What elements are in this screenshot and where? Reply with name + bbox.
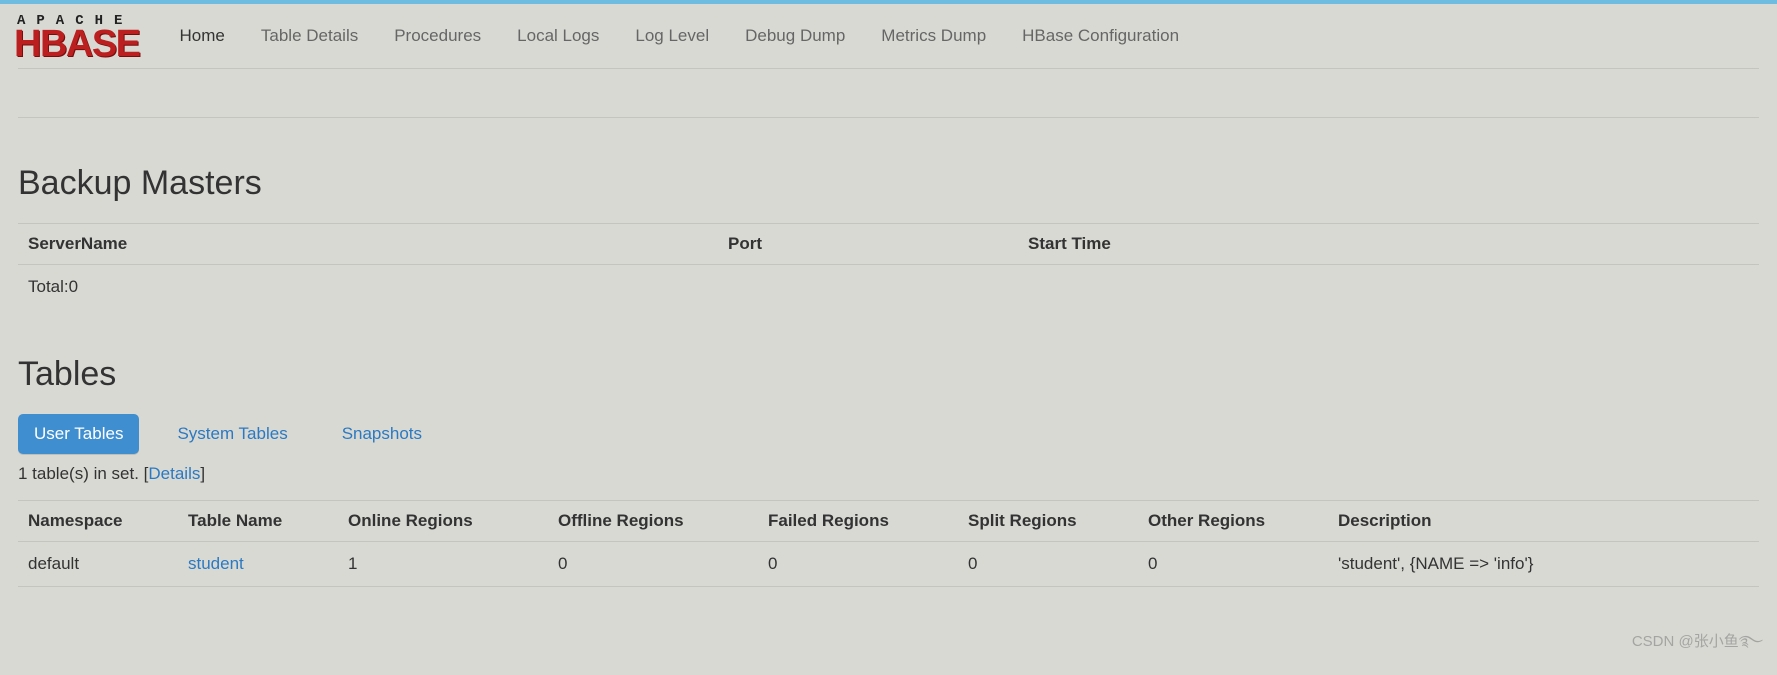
cell-split: 0: [958, 542, 1138, 587]
watermark: CSDN @张小鱼࿐: [1632, 625, 1763, 667]
tables-summary: 1 table(s) in set. [Details]: [18, 464, 1759, 484]
col-table-name: Table Name: [178, 501, 338, 542]
nav-table-details[interactable]: Table Details: [243, 6, 376, 66]
nav-log-level[interactable]: Log Level: [617, 6, 727, 66]
table-header-row: ServerName Port Start Time: [18, 224, 1759, 265]
nav-metrics-dump[interactable]: Metrics Dump: [863, 6, 1004, 66]
col-failed-regions: Failed Regions: [758, 501, 958, 542]
tables-heading: Tables: [18, 355, 1759, 394]
table-row: default student 1 0 0 0 0 'student', {NA…: [18, 542, 1759, 587]
col-split-regions: Split Regions: [958, 501, 1138, 542]
nav-procedures[interactable]: Procedures: [376, 6, 499, 66]
nav-debug-dump[interactable]: Debug Dump: [727, 6, 863, 66]
nav-local-logs[interactable]: Local Logs: [499, 6, 617, 66]
tables-details-link[interactable]: Details: [148, 464, 200, 483]
backup-masters-table: ServerName Port Start Time Total:0: [18, 223, 1759, 309]
cell-failed: 0: [758, 542, 958, 587]
logo-hbase-text: HBASE: [14, 28, 140, 60]
tab-snapshots[interactable]: Snapshots: [326, 414, 438, 454]
logo[interactable]: APACHE HBASE: [14, 12, 140, 60]
cell-offline: 0: [548, 542, 758, 587]
page-inner: Backup Masters ServerName Port Start Tim…: [18, 117, 1759, 587]
tables-summary-prefix: 1 table(s) in set. [: [18, 464, 148, 483]
col-start-time: Start Time: [1018, 224, 1759, 265]
nav-home[interactable]: Home: [162, 6, 243, 66]
backup-total: Total:0: [18, 265, 718, 310]
table-total-row: Total:0: [18, 265, 1759, 310]
cell-other: 0: [1138, 542, 1328, 587]
user-tables-table: Namespace Table Name Online Regions Offl…: [18, 500, 1759, 587]
col-offline-regions: Offline Regions: [548, 501, 758, 542]
col-online-regions: Online Regions: [338, 501, 548, 542]
col-port: Port: [718, 224, 1018, 265]
tab-system-tables[interactable]: System Tables: [161, 414, 303, 454]
cell-namespace: default: [18, 542, 178, 587]
cell-online: 1: [338, 542, 548, 587]
cell-description: 'student', {NAME => 'info'}: [1328, 542, 1759, 587]
navbar: APACHE HBASE Home Table Details Procedur…: [0, 4, 1777, 68]
col-description: Description: [1328, 501, 1759, 542]
nav-items: Home Table Details Procedures Local Logs…: [162, 6, 1198, 66]
tab-user-tables[interactable]: User Tables: [18, 414, 139, 454]
table-header-row: Namespace Table Name Online Regions Offl…: [18, 501, 1759, 542]
page-body: Backup Masters ServerName Port Start Tim…: [18, 68, 1759, 587]
col-servername: ServerName: [18, 224, 718, 265]
col-other-regions: Other Regions: [1138, 501, 1328, 542]
backup-masters-heading: Backup Masters: [18, 164, 1759, 203]
col-namespace: Namespace: [18, 501, 178, 542]
cell-table-name: student: [178, 542, 338, 587]
table-link[interactable]: student: [188, 554, 244, 573]
nav-hbase-config[interactable]: HBase Configuration: [1004, 6, 1197, 66]
tables-summary-suffix: ]: [200, 464, 205, 483]
tables-tabs: User Tables System Tables Snapshots: [18, 414, 1759, 454]
